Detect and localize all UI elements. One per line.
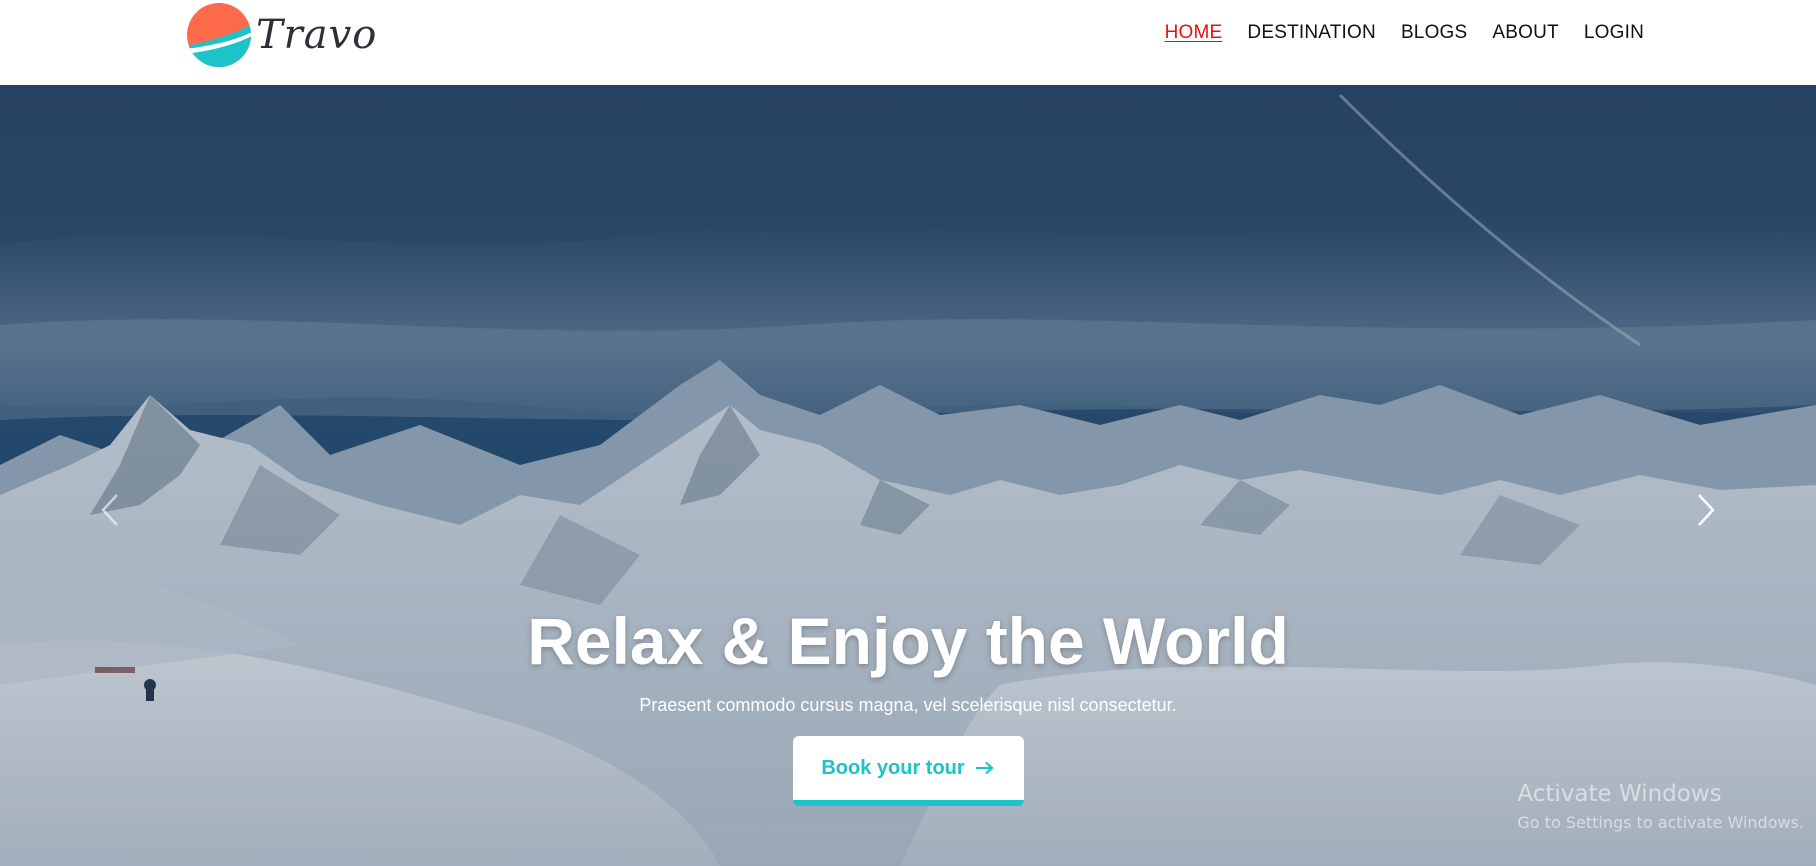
nav-item-destination: DESTINATION — [1247, 22, 1376, 44]
nav-item-home: HOME — [1165, 22, 1223, 44]
arrow-right-icon — [975, 761, 994, 775]
nav-link-login[interactable]: LOGIN — [1584, 22, 1644, 43]
chevron-left-icon — [101, 494, 118, 526]
logo-mark-icon — [186, 2, 252, 68]
hero-subtitle: Praesent commodo cursus magna, vel scele… — [639, 695, 1177, 715]
nav-link-blogs[interactable]: BLOGS — [1401, 22, 1467, 43]
nav-item-blogs: BLOGS — [1401, 22, 1467, 44]
hero-content: Relax & Enjoy the World Praesent commodo… — [0, 603, 1816, 806]
hero-title: Relax & Enjoy the World — [527, 604, 1289, 678]
nav-link-about[interactable]: ABOUT — [1492, 22, 1558, 43]
book-tour-button[interactable]: Book your tour — [792, 736, 1024, 806]
watermark-subtitle: Go to Settings to activate Windows. — [1517, 813, 1804, 832]
nav-item-about: ABOUT — [1492, 22, 1558, 44]
main-navigation: HOME DESTINATION BLOGS ABOUT LOGIN — [1165, 22, 1644, 44]
nav-link-destination[interactable]: DESTINATION — [1247, 22, 1376, 43]
carousel-prev-button[interactable] — [90, 485, 130, 535]
carousel-next-button[interactable] — [1686, 485, 1726, 535]
windows-activation-watermark: Activate Windows Go to Settings to activ… — [1517, 781, 1804, 832]
brand-name: Travo — [256, 12, 378, 58]
site-header: Travo HOME DESTINATION BLOGS ABOUT LOGIN — [0, 0, 1816, 85]
chevron-right-icon — [1698, 494, 1715, 526]
watermark-title: Activate Windows — [1517, 781, 1722, 807]
hero-carousel: Relax & Enjoy the World Praesent commodo… — [0, 85, 1816, 866]
brand-logo[interactable]: Travo — [186, 0, 377, 70]
book-tour-label: Book your tour — [821, 756, 965, 779]
nav-link-home[interactable]: HOME — [1165, 22, 1223, 43]
nav-item-login: LOGIN — [1584, 22, 1644, 44]
